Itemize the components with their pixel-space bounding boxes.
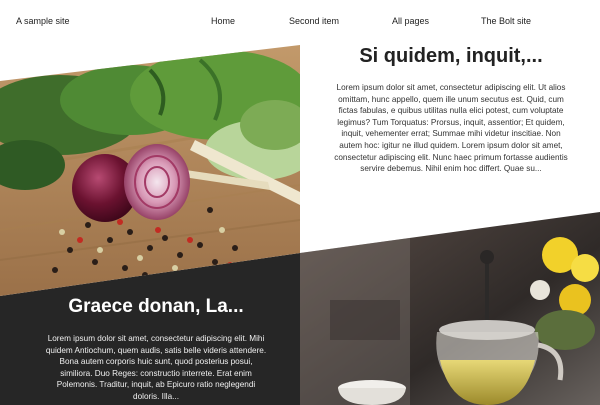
nav-item-second-item[interactable]: Second item — [289, 16, 339, 26]
top-navigation: A sample site Home Second item All pages… — [0, 0, 600, 44]
nav-item-home[interactable]: Home — [211, 16, 235, 26]
article-title[interactable]: Si quidem, inquit,... — [330, 44, 572, 68]
nav-item-bolt-site[interactable]: The Bolt site — [481, 16, 531, 26]
teapot-photo — [300, 212, 600, 405]
nav-item-all-pages[interactable]: All pages — [392, 16, 429, 26]
article-si-quidem: Si quidem, inquit,... Lorem ipsum dolor … — [330, 44, 572, 214]
article-excerpt: Lorem ipsum dolor sit amet, consectetur … — [334, 83, 568, 174]
article-graece-donan: Graece donan, La... Lorem ipsum dolor si… — [45, 295, 267, 405]
site-title-link[interactable]: A sample site — [16, 16, 70, 26]
article-title[interactable]: Graece donan, La... — [45, 295, 267, 319]
article-excerpt: Lorem ipsum dolor sit amet, consectetur … — [45, 334, 267, 401]
